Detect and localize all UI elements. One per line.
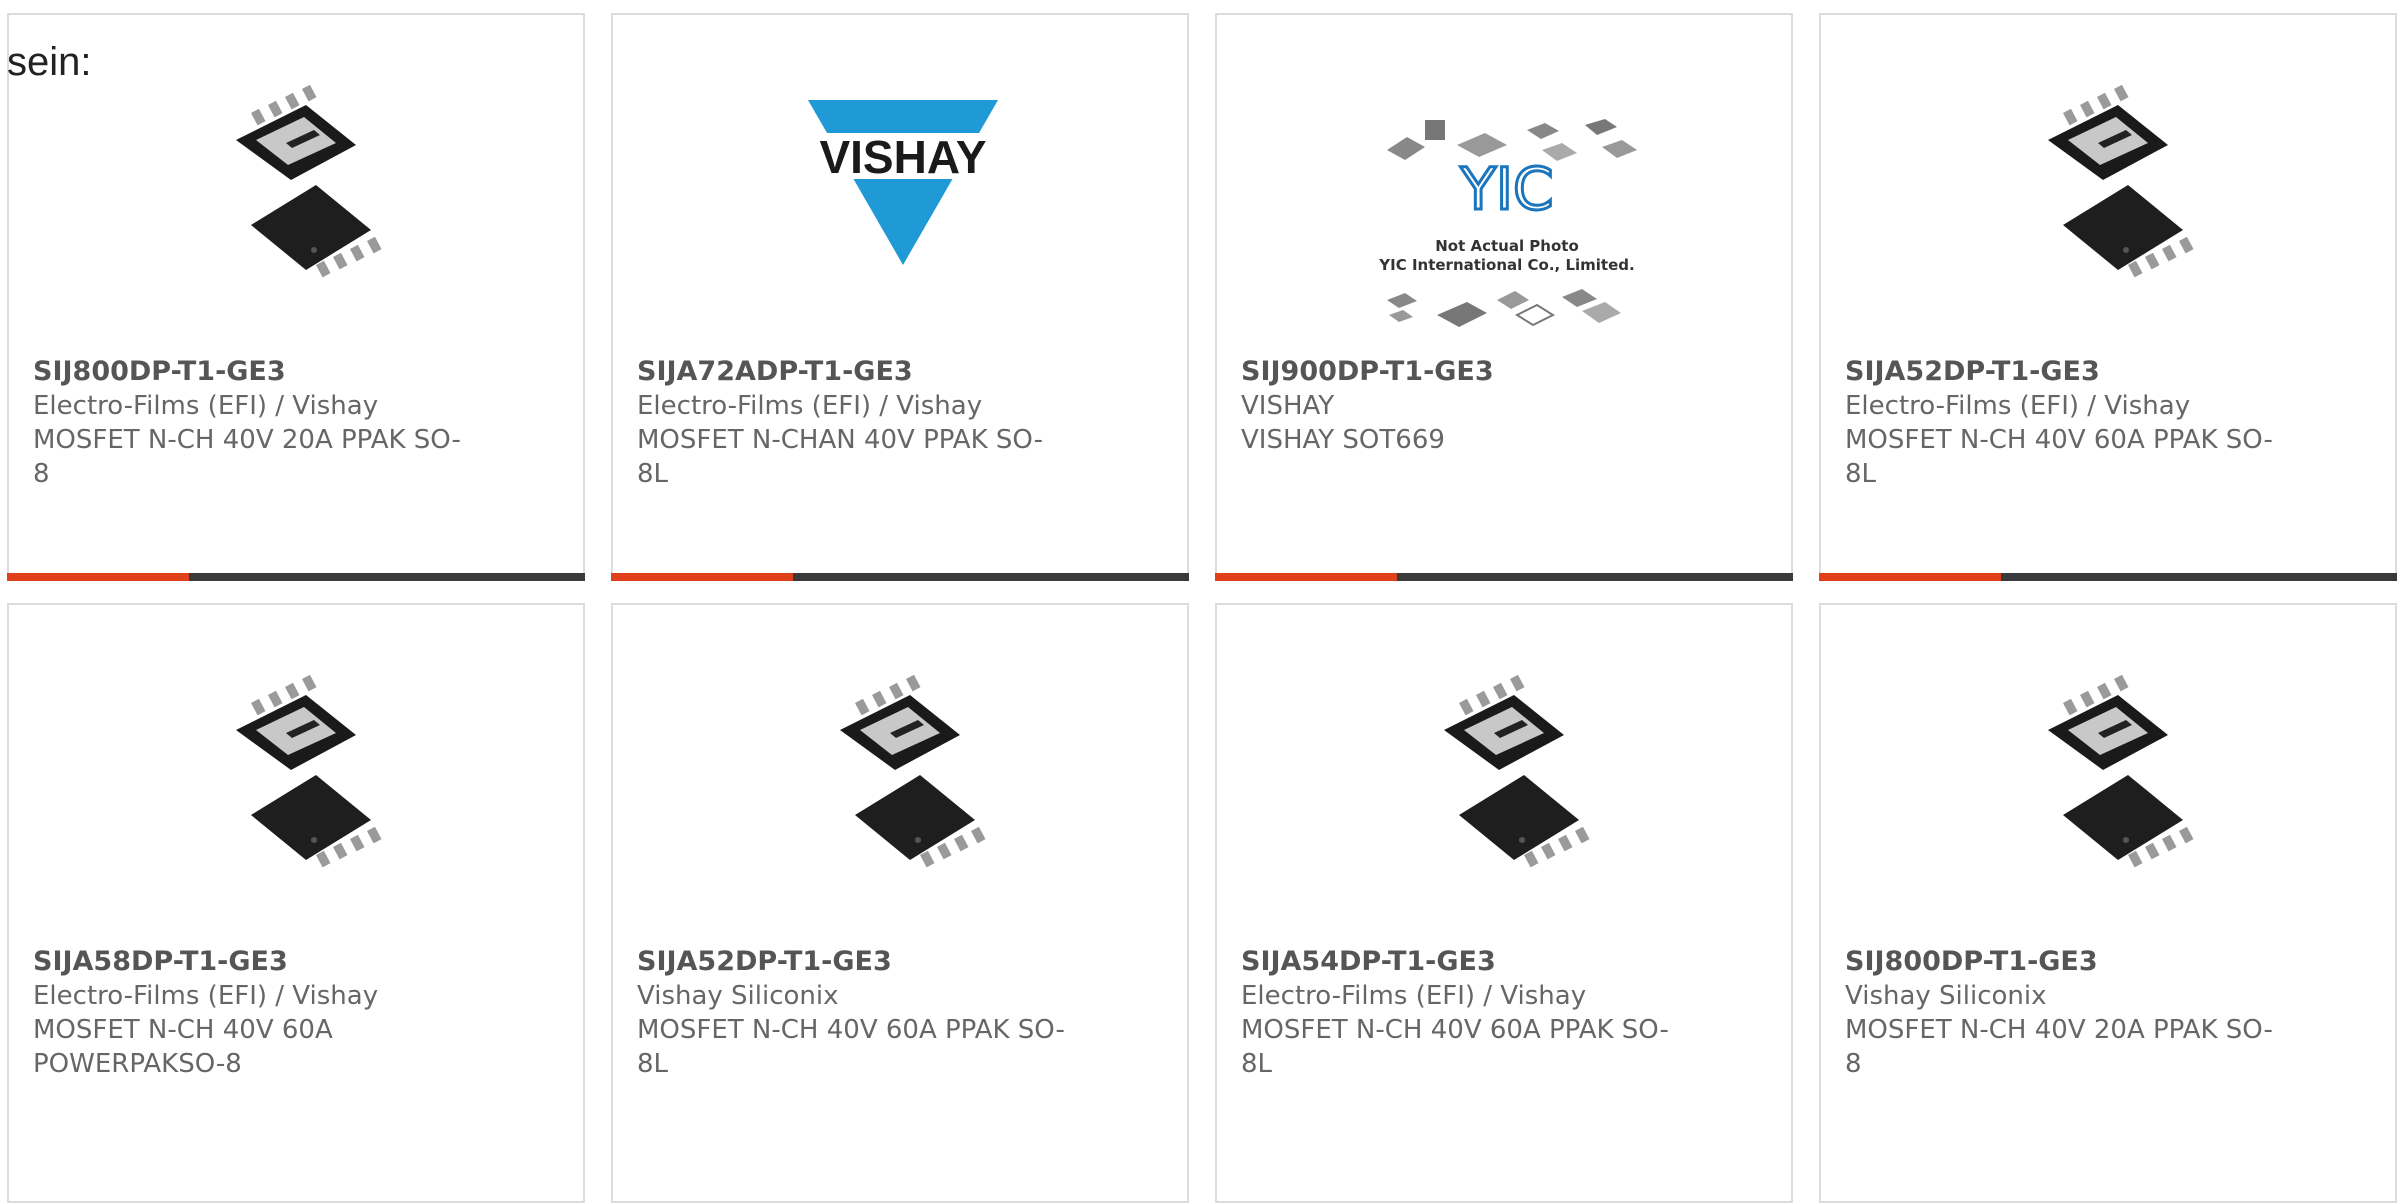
- part-number-link[interactable]: SIJA52DP-T1-GE3: [1845, 355, 2285, 389]
- card-bottom-bar: [1215, 573, 1793, 581]
- product-card[interactable]: YIC Not Actual Photo YIC International C…: [1215, 13, 1793, 581]
- description-cont: 8L: [1241, 1049, 1273, 1079]
- card-bottom-bar: [1819, 573, 2397, 581]
- manufacturer: VISHAY: [1241, 391, 1335, 421]
- manufacturer: Electro-Films (EFI) / Vishay: [1845, 391, 2191, 421]
- vishay-logo-image[interactable]: VISHAY: [800, 85, 1006, 295]
- mosfet-package-image[interactable]: [196, 675, 402, 885]
- product-info: SIJA54DP-T1-GE3 Electro-Films (EFI) / Vi…: [1241, 945, 1681, 1081]
- card-accent: [1819, 573, 2001, 581]
- placeholder-caption: Not Actual Photo: [1435, 237, 1579, 255]
- description: MOSFET N-CH 40V 60A PPAK SO-: [637, 1015, 1065, 1045]
- manufacturer: Vishay Siliconix: [637, 981, 839, 1011]
- product-card[interactable]: SIJA52DP-T1-GE3 Electro-Films (EFI) / Vi…: [1819, 13, 2397, 581]
- product-card[interactable]: SIJA58DP-T1-GE3 Electro-Films (EFI) / Vi…: [7, 603, 585, 1203]
- manufacturer: Electro-Films (EFI) / Vishay: [33, 981, 379, 1011]
- description: MOSFET N-CH 40V 60A: [33, 1015, 333, 1045]
- vishay-logo-text: VISHAY: [819, 131, 986, 183]
- mosfet-package-image[interactable]: [1404, 675, 1610, 885]
- product-info: SIJA52DP-T1-GE3 Vishay Siliconix MOSFET …: [637, 945, 1077, 1081]
- description: MOSFET N-CH 40V 60A PPAK SO-: [1845, 425, 2273, 455]
- yic-logo-text: YIC: [1459, 155, 1553, 223]
- product-info: SIJA58DP-T1-GE3 Electro-Films (EFI) / Vi…: [33, 945, 473, 1081]
- description-cont: 8L: [637, 1049, 669, 1079]
- manufacturer: Electro-Films (EFI) / Vishay: [33, 391, 379, 421]
- manufacturer: Electro-Films (EFI) / Vishay: [637, 391, 983, 421]
- manufacturer: Vishay Siliconix: [1845, 981, 2047, 1011]
- part-number-link[interactable]: SIJA72ADP-T1-GE3: [637, 355, 1077, 389]
- product-card[interactable]: SIJA52DP-T1-GE3 Vishay Siliconix MOSFET …: [611, 603, 1189, 1203]
- placeholder-caption: YIC International Co., Limited.: [1378, 256, 1634, 274]
- mosfet-package-image[interactable]: [2008, 85, 2214, 295]
- product-card[interactable]: SIJ800DP-T1-GE3 Vishay Siliconix MOSFET …: [1819, 603, 2397, 1203]
- description-cont: 8: [33, 459, 50, 489]
- product-grid: SIJ800DP-T1-GE3 Electro-Films (EFI) / Vi…: [7, 13, 2399, 581]
- part-number-link[interactable]: SIJA52DP-T1-GE3: [637, 945, 1077, 979]
- description: VISHAY SOT669: [1241, 425, 1445, 455]
- part-number-link[interactable]: SIJ800DP-T1-GE3: [1845, 945, 2285, 979]
- product-grid-row-2: SIJA58DP-T1-GE3 Electro-Films (EFI) / Vi…: [7, 603, 2399, 1203]
- description: MOSFET N-CH 40V 20A PPAK SO-: [1845, 1015, 2273, 1045]
- product-card[interactable]: SIJA54DP-T1-GE3 Electro-Films (EFI) / Vi…: [1215, 603, 1793, 1203]
- part-number-link[interactable]: SIJA54DP-T1-GE3: [1241, 945, 1681, 979]
- mosfet-package-image[interactable]: [196, 85, 402, 295]
- manufacturer: Electro-Films (EFI) / Vishay: [1241, 981, 1587, 1011]
- product-info: SIJ900DP-T1-GE3 VISHAY VISHAY SOT669: [1241, 355, 1681, 457]
- description-cont: 8L: [637, 459, 669, 489]
- card-accent: [611, 573, 793, 581]
- placeholder-photo-image[interactable]: YIC Not Actual Photo YIC International C…: [1367, 105, 1647, 355]
- intro-text: sein:: [7, 40, 92, 84]
- part-number-link[interactable]: SIJA58DP-T1-GE3: [33, 945, 473, 979]
- part-number-link[interactable]: SIJ900DP-T1-GE3: [1241, 355, 1681, 389]
- product-card[interactable]: VISHAY SIJA72ADP-T1-GE3 Electro-Films (E…: [611, 13, 1189, 581]
- card-bottom-bar: [611, 573, 1189, 581]
- product-info: SIJ800DP-T1-GE3 Electro-Films (EFI) / Vi…: [33, 355, 473, 491]
- description: MOSFET N-CH 40V 60A PPAK SO-: [1241, 1015, 1669, 1045]
- product-info: SIJ800DP-T1-GE3 Vishay Siliconix MOSFET …: [1845, 945, 2285, 1081]
- card-accent: [1215, 573, 1397, 581]
- product-info: SIJA72ADP-T1-GE3 Electro-Films (EFI) / V…: [637, 355, 1077, 491]
- card-accent: [7, 573, 189, 581]
- product-info: SIJA52DP-T1-GE3 Electro-Films (EFI) / Vi…: [1845, 355, 2285, 491]
- mosfet-package-image[interactable]: [2008, 675, 2214, 885]
- description-cont: 8: [1845, 1049, 1862, 1079]
- part-number-link[interactable]: SIJ800DP-T1-GE3: [33, 355, 473, 389]
- description: MOSFET N-CH 40V 20A PPAK SO-: [33, 425, 461, 455]
- description-cont: 8L: [1845, 459, 1877, 489]
- product-card[interactable]: SIJ800DP-T1-GE3 Electro-Films (EFI) / Vi…: [7, 13, 585, 581]
- mosfet-package-image[interactable]: [800, 675, 1006, 885]
- description-cont: POWERPAKSO-8: [33, 1049, 242, 1079]
- card-bottom-bar: [7, 573, 585, 581]
- description: MOSFET N-CHAN 40V PPAK SO-: [637, 425, 1043, 455]
